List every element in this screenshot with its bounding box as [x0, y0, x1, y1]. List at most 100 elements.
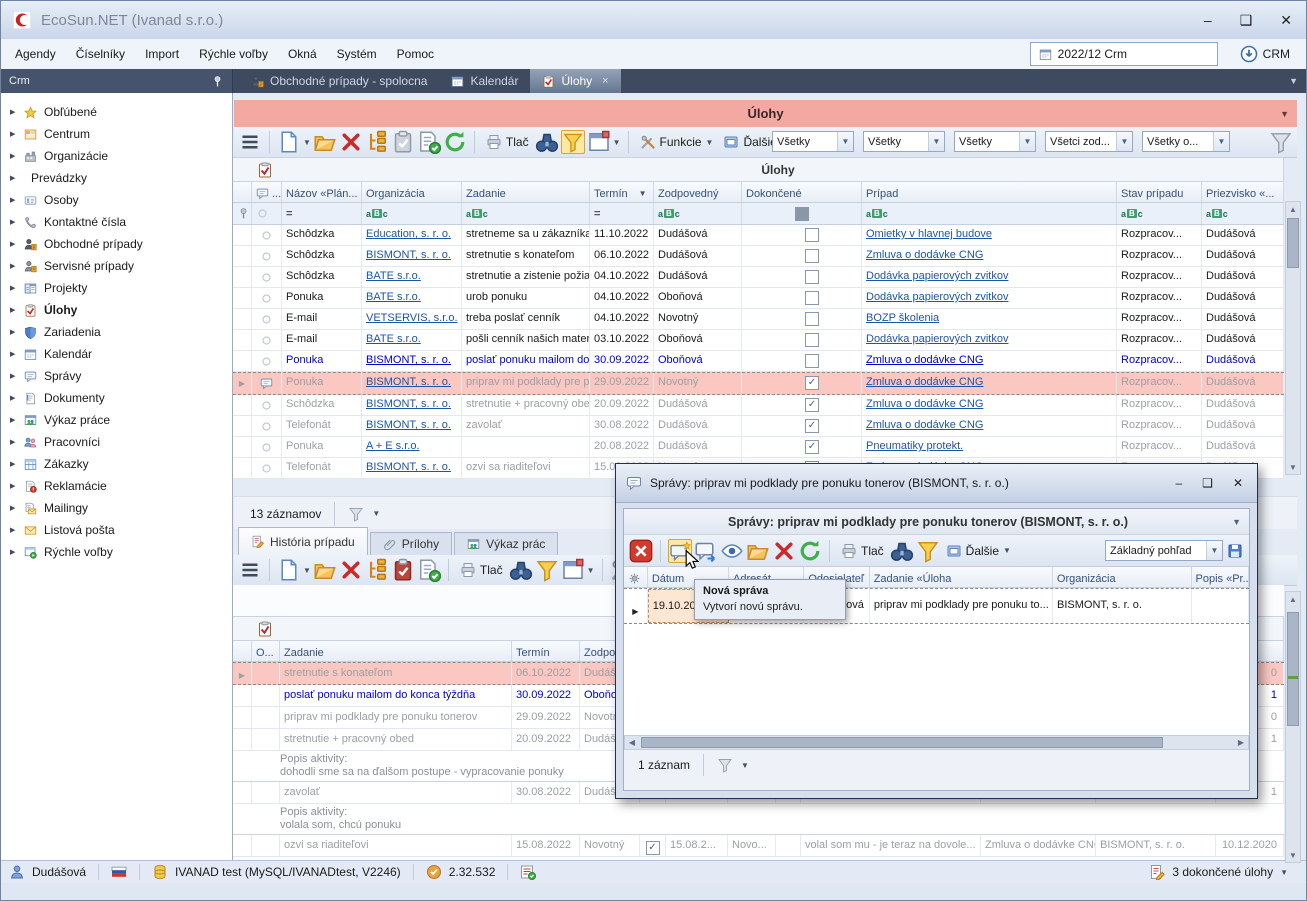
filter-cell-10[interactable]: aBc — [1202, 203, 1284, 224]
layout-dropdown-icon[interactable]: ▼ — [587, 566, 595, 575]
column-header-3[interactable]: Organizácia — [362, 182, 462, 202]
menu-item-agendy[interactable]: Agendy — [5, 42, 66, 66]
checkbox[interactable] — [805, 249, 819, 263]
filter-cell-5[interactable]: = — [590, 203, 654, 224]
delete-record-button[interactable] — [339, 130, 363, 154]
task-check-button[interactable] — [391, 130, 415, 154]
table-row[interactable]: ozvi sa riaditeľovi15.08.2022Novotný✓15.… — [233, 835, 1284, 857]
print-button[interactable]: Tlač — [456, 558, 507, 582]
case-link[interactable]: Zmluva o dodávke CNG — [866, 376, 983, 388]
tree-view-button[interactable] — [365, 130, 389, 154]
main-grid-scrollbar[interactable]: ▲ ▼ — [1285, 201, 1301, 475]
filter-dropdown-icon[interactable]: ▼ — [372, 509, 380, 518]
popup-horizontal-scrollbar[interactable]: ◀ ▶ — [624, 735, 1249, 750]
organization-link[interactable]: A + E s.r.o. — [366, 440, 420, 452]
expand-arrow-icon[interactable]: ▶ — [10, 328, 17, 336]
column-header-1[interactable]: ... — [252, 182, 282, 202]
table-row[interactable]: ▶PonukaBISMONT, s. r. o.priprav mi podkl… — [233, 372, 1284, 395]
organization-link[interactable]: BISMONT, s. r. o. — [366, 376, 451, 388]
sidebar-item-z-kazky[interactable]: ▶Zákazky — [1, 453, 232, 475]
checkbox[interactable] — [805, 228, 819, 242]
sidebar-item-spr-vy[interactable]: ▶Správy — [1, 365, 232, 387]
filter-panel-icon[interactable] — [1269, 130, 1293, 154]
menu-icon[interactable] — [238, 558, 262, 582]
tab-kalend-r[interactable]: Kalendár — [439, 69, 530, 93]
sidebar-item-kontaktn-sla[interactable]: ▶Kontaktné čísla — [1, 211, 232, 233]
column-header-9[interactable]: Stav prípadu — [1117, 182, 1202, 202]
expand-arrow-icon[interactable]: ▶ — [10, 504, 17, 512]
sidebar-item-organiz-cie[interactable]: ▶Organizácie — [1, 145, 232, 167]
expand-arrow-icon[interactable]: ▶ — [10, 262, 17, 270]
menu-item-import[interactable]: Import — [135, 42, 189, 66]
column-header-5[interactable]: Organizácia — [1053, 567, 1192, 587]
column-header-0[interactable] — [624, 567, 648, 587]
expand-arrow-icon[interactable]: ▶ — [10, 438, 17, 446]
layout-dropdown-icon[interactable]: ▼ — [613, 138, 621, 147]
expand-arrow-icon[interactable]: ▶ — [10, 306, 17, 314]
organization-link[interactable]: BISMONT, s. r. o. — [366, 354, 451, 366]
window-layout-button[interactable] — [561, 558, 585, 582]
expand-arrow-icon[interactable]: ▶ — [10, 218, 17, 226]
column-header-6[interactable]: Popis «Pr... — [1192, 567, 1249, 587]
view-message-button[interactable] — [720, 539, 744, 563]
column-header-0[interactable] — [233, 641, 252, 661]
open-message-button[interactable] — [746, 539, 770, 563]
checkbox[interactable]: ✓ — [805, 376, 819, 390]
expand-arrow-icon[interactable]: ▶ — [10, 240, 17, 248]
chevron-down-icon[interactable]: ▼ — [1116, 132, 1132, 151]
filter-cell-0[interactable] — [233, 203, 252, 224]
minimize-button[interactable]: – — [1204, 12, 1212, 29]
organization-link[interactable]: VETSERVIS, s.r.o. — [366, 312, 458, 324]
popup-close-button[interactable]: ✕ — [1233, 476, 1243, 490]
header-dropdown-icon[interactable]: ▼ — [1280, 109, 1289, 119]
organization-link[interactable]: BATE s.r.o. — [366, 333, 421, 345]
column-header-10[interactable]: Priezvisko «... — [1202, 182, 1284, 202]
quick-filter-5[interactable]: Všetky o...▼ — [1142, 131, 1230, 152]
menu-item-pomoc[interactable]: Pomoc — [387, 42, 444, 66]
case-link[interactable]: Dodávka papierových zvitkov — [866, 270, 1008, 282]
period-selector[interactable]: 2022/12 Crm — [1030, 42, 1218, 66]
sidebar-item-zariadenia[interactable]: ▶Zariadenia — [1, 321, 232, 343]
menu-item-okná[interactable]: Okná — [278, 42, 327, 66]
sidebar-item-obchodn-pr-pady[interactable]: ▶Obchodné prípady — [1, 233, 232, 255]
completed-tasks-status[interactable]: 3 dokončené úlohy ▼ — [1149, 864, 1288, 880]
checkbox[interactable]: ✓ — [805, 419, 819, 433]
expand-arrow-icon[interactable]: ▶ — [10, 108, 17, 116]
column-header-1[interactable]: O... — [252, 641, 280, 661]
tab-obchodn-pr-pady-spolocna[interactable]: Obchodné prípady - spolocna — [239, 69, 439, 93]
filter-button[interactable] — [916, 539, 940, 563]
organization-link[interactable]: Education, s. r. o. — [366, 228, 451, 240]
filter-button[interactable] — [561, 130, 585, 154]
expand-arrow-icon[interactable]: ▶ — [10, 460, 17, 468]
close-button[interactable]: ✕ — [1280, 12, 1292, 29]
sidebar-item-dokumenty[interactable]: ▶Dokumenty — [1, 387, 232, 409]
checkbox[interactable] — [805, 291, 819, 305]
sidebar-item--lohy[interactable]: ▶Úlohy — [1, 299, 232, 321]
search-button[interactable] — [535, 130, 559, 154]
functions-menu-button[interactable]: Funkcie▼ — [636, 130, 718, 154]
expand-arrow-icon[interactable]: ▶ — [10, 174, 17, 182]
filter-icon[interactable] — [348, 506, 364, 522]
crm-module-button[interactable]: CRM — [1240, 45, 1290, 63]
column-header-8[interactable]: Prípad — [862, 182, 1117, 202]
menu-item-systém[interactable]: Systém — [327, 42, 387, 66]
filter-cell-8[interactable]: aBc — [862, 203, 1117, 224]
sidebar-item-ob-ben-[interactable]: ▶Obľúbené — [1, 101, 232, 123]
table-row[interactable]: SchôdzkaBISMONT, s. r. o.stretnutie s ko… — [233, 246, 1284, 267]
chevron-down-icon[interactable]: ▼ — [928, 132, 944, 151]
tab-close-icon[interactable]: × — [602, 75, 608, 87]
expand-arrow-icon[interactable]: ▶ — [10, 152, 17, 160]
table-row[interactable]: SchôdzkaEducation, s. r. o.stretneme sa … — [233, 225, 1284, 246]
filter-cell-2[interactable]: = — [282, 203, 362, 224]
filter-cell-7[interactable] — [742, 203, 862, 224]
column-header-7[interactable]: Dokončené — [742, 182, 862, 202]
expand-arrow-icon[interactable]: ▶ — [10, 196, 17, 204]
column-header-4[interactable]: Zadanie «Úloha — [870, 567, 1053, 587]
confirm-doc-button[interactable] — [417, 130, 441, 154]
column-header-5[interactable]: Termín▼ — [590, 182, 654, 202]
chevron-down-icon[interactable]: ▼ — [1213, 132, 1229, 151]
expand-arrow-icon[interactable]: ▶ — [10, 394, 17, 402]
open-record-button[interactable] — [313, 130, 337, 154]
filter-button[interactable] — [535, 558, 559, 582]
column-header-2[interactable]: Zadanie — [280, 641, 512, 661]
